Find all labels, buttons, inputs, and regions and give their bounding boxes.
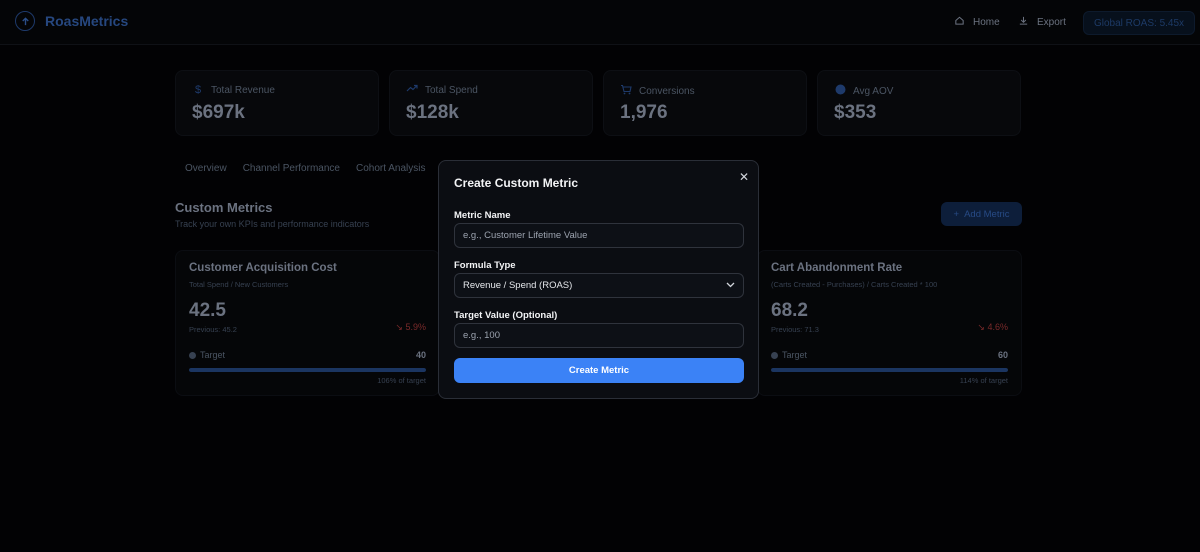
metric-title: Customer Acquisition Cost [189, 262, 337, 274]
target-icon [771, 351, 778, 359]
metric-previous: Previous: 71.3 [771, 325, 819, 334]
progress-bar [189, 368, 426, 372]
target-value: 60 [997, 350, 1008, 360]
metric-card-cart-abandonment-rate: Cart Abandonment Rate (Carts Created - P… [757, 250, 1022, 396]
kpi-label: Conversions [639, 85, 695, 97]
metric-value: 42.5 [189, 300, 226, 321]
metric-change: ↘ 4.6% [977, 322, 1008, 333]
trend-down-icon: ↘ [395, 322, 403, 332]
section-title: Custom Metrics [175, 200, 273, 215]
tab-channel-performance[interactable]: Channel Performance [235, 157, 348, 183]
metric-change-value: 4.6% [987, 322, 1008, 332]
target-label: Target [782, 350, 808, 360]
plus-icon: + [953, 208, 960, 220]
target-row: Target [771, 350, 807, 360]
kpi-value: $697k [192, 102, 245, 123]
trending-up-icon [406, 84, 418, 96]
target-row: Target [189, 350, 225, 360]
progress-fill [189, 368, 426, 372]
kpi-label: Total Revenue [211, 84, 275, 96]
modal-title: Create Custom Metric [454, 176, 579, 190]
metric-name-label: Metric Name [454, 210, 511, 221]
formula-type-select[interactable]: Revenue / Spend (ROAS) [454, 273, 744, 298]
tab-overview[interactable]: Overview [175, 157, 235, 183]
target-label: Target [200, 350, 226, 360]
section-subtitle: Track your own KPIs and performance indi… [175, 219, 370, 229]
brand-name: RoasMetrics [45, 13, 129, 29]
formula-type-label: Formula Type [454, 260, 516, 271]
metric-formula: (Carts Created - Purchases) / Carts Crea… [771, 280, 938, 289]
progress-bar [771, 368, 1008, 372]
export-label: Export [1037, 16, 1066, 28]
kpi-card-conversions: Conversions 1,976 [603, 70, 807, 136]
target-value-label: Target Value (Optional) [454, 310, 558, 321]
formula-type-value: Revenue / Spend (ROAS) [463, 280, 573, 291]
kpi-card-total-spend: Total Spend $128k [389, 70, 593, 136]
metric-formula: Total Spend / New Customers [189, 280, 289, 289]
kpi-label: Total Spend [425, 84, 478, 96]
progress-text: 114% of target [959, 376, 1008, 385]
target-value-input[interactable] [454, 323, 744, 348]
add-metric-button[interactable]: + Add Metric [941, 202, 1022, 226]
tab-bar: Overview Channel Performance Cohort Anal… [175, 157, 462, 183]
kpi-value: $128k [406, 102, 459, 123]
close-icon[interactable]: ✕ [738, 170, 750, 184]
home-icon [954, 15, 965, 29]
progress-fill [771, 368, 1008, 372]
trend-up-circle-icon [15, 11, 35, 31]
create-metric-modal: Create Custom Metric ✕ Metric Name Formu… [438, 160, 759, 399]
metric-change: ↘ 5.9% [395, 322, 426, 333]
global-roas-badge: Global ROAS: 5.45x [1083, 11, 1196, 35]
metric-title: Cart Abandonment Rate [771, 262, 903, 274]
chevron-down-icon [726, 280, 735, 291]
target-value: 40 [415, 350, 426, 360]
metric-previous: Previous: 45.2 [189, 325, 237, 334]
home-label: Home [973, 16, 1000, 28]
target-icon [189, 351, 196, 359]
create-metric-button[interactable]: Create Metric [454, 358, 744, 383]
top-bar: RoasMetrics Home Export Global ROAS: 5.4… [0, 0, 1200, 45]
circle-icon [834, 84, 846, 98]
cart-icon [620, 84, 632, 98]
kpi-value: $353 [834, 102, 877, 123]
metric-change-value: 5.9% [405, 322, 426, 332]
trend-down-icon: ↘ [977, 322, 985, 332]
metric-value: 68.2 [771, 300, 808, 321]
metric-name-input[interactable] [454, 223, 744, 248]
kpi-card-total-revenue: $ Total Revenue $697k [175, 70, 379, 136]
export-button[interactable]: Export [1018, 11, 1066, 33]
dollar-icon: $ [194, 84, 202, 96]
home-button[interactable]: Home [954, 11, 1000, 33]
metric-card-customer-acquisition-cost: Customer Acquisition Cost Total Spend / … [175, 250, 440, 396]
kpi-label: Avg AOV [853, 85, 894, 97]
progress-text: 106% of target [377, 376, 426, 385]
add-metric-label: Add Metric [964, 208, 1010, 220]
kpi-card-avg-aov: Avg AOV $353 [817, 70, 1021, 136]
kpi-value: 1,976 [620, 102, 668, 123]
download-icon [1018, 15, 1029, 29]
tab-cohort-analysis[interactable]: Cohort Analysis [348, 157, 433, 183]
brand[interactable]: RoasMetrics [15, 11, 128, 31]
